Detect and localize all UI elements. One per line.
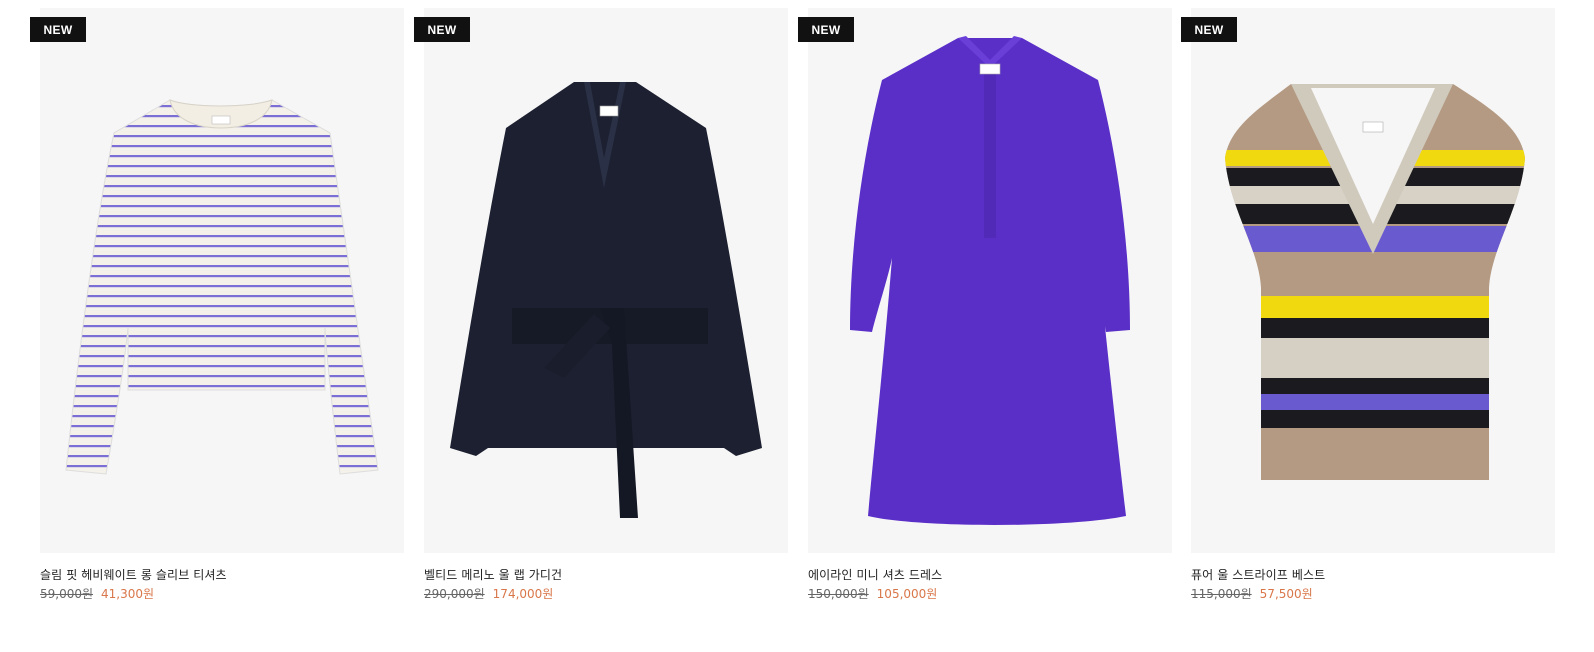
product-name[interactable]: 벨티드 메리노 울 랩 가디건 (424, 566, 562, 583)
product-image[interactable]: NEW (798, 8, 1172, 553)
price-row: 150,000원 105,000원 (808, 585, 937, 602)
price-row: 59,000원 41,300원 (40, 585, 154, 602)
product-image[interactable]: NEW (1181, 8, 1555, 553)
product-image[interactable]: NEW (414, 8, 788, 553)
product-card[interactable]: NEW 슬림 핏 헤비웨이트 롱 슬리브 티셔츠 59,000원 41,300원 (30, 8, 404, 601)
shirt-dress-image (850, 36, 1130, 525)
new-badge: NEW (798, 17, 854, 42)
sale-price: 57,500원 (1259, 587, 1313, 601)
product-image[interactable]: NEW (30, 8, 404, 553)
product-card[interactable]: NEW 퓨어 울 스트라이프 베스트 115,000원 57,500원 (1181, 8, 1555, 601)
sale-price: 105,000원 (876, 587, 938, 601)
original-price: 150,000원 (808, 587, 869, 601)
new-badge: NEW (1181, 17, 1237, 42)
product-grid: NEW 슬림 핏 헤비웨이트 롱 슬리브 티셔츠 59,000원 41,300원 … (0, 0, 1594, 652)
product-name[interactable]: 슬림 핏 헤비웨이트 롱 슬리브 티셔츠 (40, 566, 227, 583)
original-price: 290,000원 (424, 587, 485, 601)
price-row: 290,000원 174,000원 (424, 585, 553, 602)
new-badge: NEW (414, 17, 470, 42)
product-card[interactable]: NEW 벨티드 메리노 울 랩 가디건 290,000원 174,000원 (414, 8, 788, 601)
product-card[interactable]: NEW 에이라인 미니 셔츠 드레스 150,000원 105,000원 (798, 8, 1172, 601)
sale-price: 41,300원 (101, 587, 155, 601)
product-name[interactable]: 퓨어 울 스트라이프 베스트 (1191, 566, 1325, 583)
price-row: 115,000원 57,500원 (1191, 585, 1313, 602)
sale-price: 174,000원 (492, 587, 554, 601)
original-price: 115,000원 (1191, 587, 1252, 601)
striped-tshirt-image (65, 99, 379, 475)
product-name[interactable]: 에이라인 미니 셔츠 드레스 (808, 566, 942, 583)
original-price: 59,000원 (40, 587, 94, 601)
wrap-cardigan-image (450, 82, 762, 518)
striped-vest-image (1225, 84, 1525, 480)
new-badge: NEW (30, 17, 86, 42)
